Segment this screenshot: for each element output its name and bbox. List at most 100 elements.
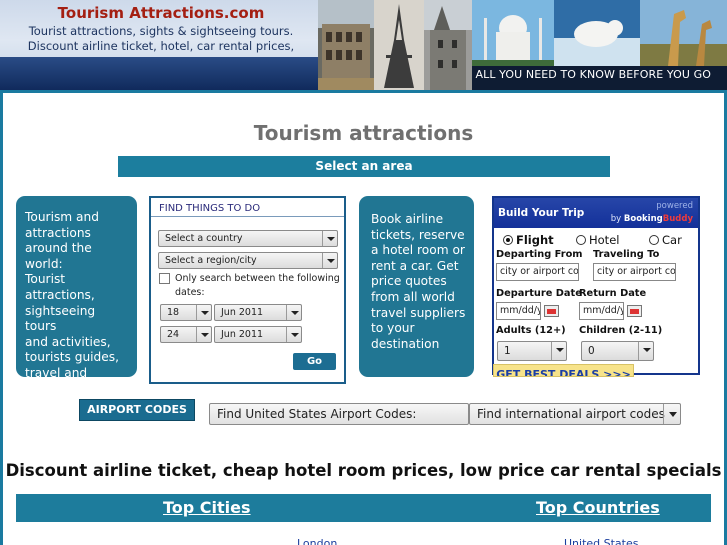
calendar-icon[interactable]: [544, 305, 559, 317]
region-select[interactable]: Select a region/city: [158, 252, 338, 269]
region-select-value: Select a region/city: [165, 255, 257, 266]
us-airport-codes-value: Find United States Airport Codes:: [217, 407, 417, 421]
booking-info-box: Book airline tickets, reserve a hotel ro…: [359, 196, 474, 377]
end-month-value: Jun 2011: [221, 329, 264, 340]
end-day-select[interactable]: 24: [160, 326, 212, 343]
chevron-down-icon: [196, 327, 211, 342]
info-line: tickets, reserve: [371, 227, 465, 242]
site-header: Tourism Attractions.com Tourist attracti…: [0, 0, 727, 90]
car-radio[interactable]: Car: [649, 233, 682, 247]
radio-icon: [649, 235, 659, 245]
chevron-down-icon: [663, 404, 680, 424]
colosseum-photo: [318, 0, 374, 90]
return-date-input[interactable]: mm/dd/yy: [579, 302, 624, 320]
date-filter-label: Only search between the following dates:: [175, 273, 340, 298]
city-link[interactable]: London: [297, 537, 337, 545]
info-line: attractions: [25, 225, 91, 240]
info-line: exploration: [25, 381, 94, 396]
discount-heading: Discount airline ticket, cheap hotel roo…: [5, 461, 722, 480]
start-month-value: Jun 2011: [221, 307, 264, 318]
info-line: and activities,: [25, 334, 111, 349]
info-line: sightseeing tours: [25, 303, 96, 334]
children-label: Children (2-11): [579, 325, 663, 336]
hotel-radio[interactable]: Hotel: [576, 233, 619, 247]
brand-name-part2: Buddy: [662, 214, 693, 224]
castle-photo: [424, 0, 472, 90]
departing-from-input[interactable]: city or airport code: [496, 263, 579, 281]
calendar-icon[interactable]: [627, 305, 642, 317]
top-cities-link[interactable]: Top Cities: [163, 498, 251, 517]
info-line: Tourist: [25, 272, 66, 287]
brand-name-part1: Booking: [623, 214, 663, 224]
intl-airport-codes-value: Find international airport codes: [477, 407, 665, 421]
departure-date-input[interactable]: mm/dd/yy: [496, 302, 541, 320]
select-area-bar[interactable]: Select an area: [118, 156, 610, 177]
start-day-select[interactable]: 18: [160, 304, 212, 321]
flight-radio[interactable]: Flight: [503, 233, 554, 247]
date-filter-checkbox[interactable]: [159, 273, 170, 284]
children-select[interactable]: 0: [581, 341, 654, 361]
info-line: from all world: [371, 289, 455, 304]
taj-mahal-photo: [472, 0, 554, 66]
chevron-down-icon: [322, 231, 337, 246]
info-line: rent a car. Get: [371, 258, 459, 273]
site-title[interactable]: Tourism Attractions.com: [0, 4, 322, 22]
info-line: Tourism and: [25, 210, 99, 224]
info-line: a hotel room or: [371, 243, 465, 258]
info-line: to your: [371, 321, 415, 336]
tourism-info-box: Tourism and attractions around the world…: [16, 196, 137, 396]
airport-codes-button[interactable]: AIRPORT CODES: [79, 399, 195, 421]
polar-bear-photo: [554, 0, 640, 66]
info-line: price quotes: [371, 274, 447, 289]
chevron-down-icon: [638, 342, 653, 360]
page: Tourism Attractions.com Tourist attracti…: [0, 0, 727, 545]
chevron-down-icon: [286, 327, 301, 342]
header-tagline: ALL YOU NEED TO KNOW BEFORE YOU GO: [475, 68, 711, 81]
radio-selected-icon: [503, 235, 513, 245]
info-line: travel and: [25, 365, 88, 380]
us-airport-codes-select[interactable]: Find United States Airport Codes:: [209, 403, 469, 425]
header-subtitle-2: Discount airline ticket, hotel, car rent…: [27, 39, 295, 53]
adults-select-value: 1: [504, 345, 511, 357]
info-line: tourists guides,: [25, 350, 120, 365]
radio-icon: [576, 235, 586, 245]
chevron-down-icon: [551, 342, 566, 360]
widget-header: Build Your Trip powered by BookingBuddy: [494, 198, 698, 228]
adults-select[interactable]: 1: [497, 341, 567, 361]
end-month-select[interactable]: Jun 2011: [214, 326, 302, 343]
get-best-deals-button[interactable]: GET BEST DEALS >>>: [493, 364, 634, 377]
info-line: attractions,: [25, 287, 95, 302]
start-month-select[interactable]: Jun 2011: [214, 304, 302, 321]
adults-label: Adults (12+): [496, 325, 566, 336]
eiffel-photo: [374, 0, 424, 90]
go-button[interactable]: Go: [293, 353, 336, 370]
info-line: Book airline: [371, 212, 444, 226]
start-day-value: 18: [167, 307, 180, 318]
find-things-heading: FIND THINGS TO DO: [159, 203, 261, 214]
country-select-value: Select a country: [165, 233, 243, 244]
info-line: around the world:: [25, 241, 92, 271]
return-date-label: Return Date: [579, 288, 647, 299]
chevron-down-icon: [196, 305, 211, 320]
info-line: destination: [371, 336, 440, 351]
widget-title: Build Your Trip: [498, 207, 585, 219]
children-select-value: 0: [588, 345, 595, 357]
end-day-value: 24: [167, 329, 180, 340]
header-subtitle-1: Tourist attractions, sights & sightseein…: [28, 24, 294, 38]
powered-label: powered: [656, 201, 693, 211]
country-select[interactable]: Select a country: [158, 230, 338, 247]
traveling-to-input[interactable]: city or airport code: [593, 263, 676, 281]
intl-airport-codes-select[interactable]: Find international airport codes: [469, 403, 681, 425]
by-label: by: [610, 214, 622, 224]
top-countries-link[interactable]: Top Countries: [536, 498, 660, 517]
flight-radio-label: Flight: [516, 233, 554, 247]
info-line: travel suppliers: [371, 305, 466, 320]
hotel-radio-label: Hotel: [589, 233, 620, 247]
departing-from-label: Departing From: [496, 249, 583, 260]
country-link[interactable]: United States: [564, 537, 639, 545]
header-blue-bar: [0, 57, 322, 90]
car-radio-label: Car: [662, 233, 682, 247]
departure-date-label: Departure Date: [496, 288, 582, 299]
traveling-to-label: Traveling To: [593, 249, 660, 260]
powered-by-brand: by BookingBuddy: [611, 214, 693, 224]
